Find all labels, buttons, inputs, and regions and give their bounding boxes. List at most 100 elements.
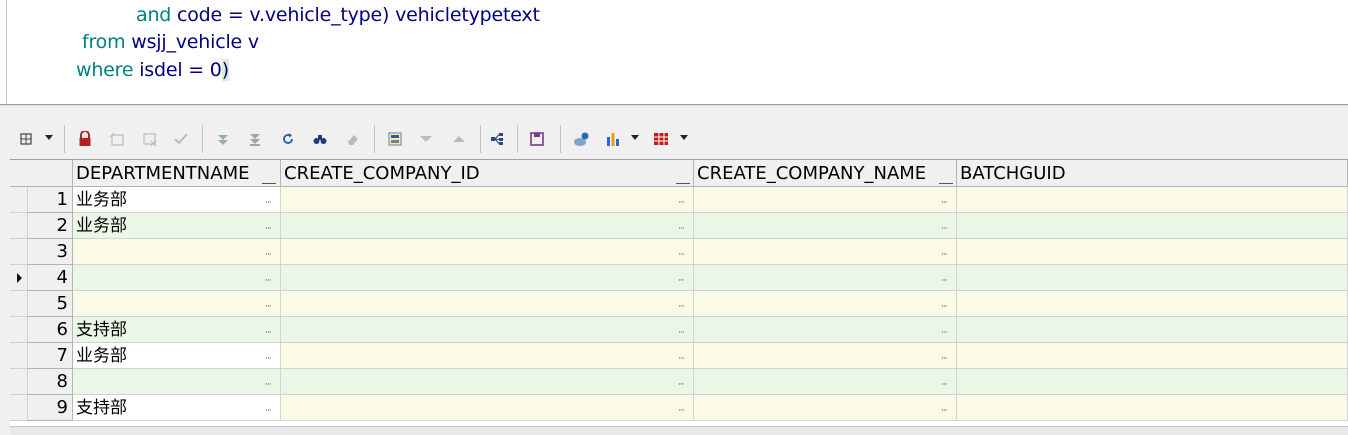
table-row[interactable]: 5 ··· ··· ··· (10, 291, 1348, 317)
refresh-icon[interactable] (278, 129, 298, 149)
row-number[interactable]: 9 (28, 395, 73, 421)
column-filter-icon[interactable] (676, 172, 690, 184)
cell-editor-button[interactable]: ··· (678, 346, 685, 368)
query-by-example-icon[interactable] (385, 129, 405, 149)
find-icon[interactable] (310, 129, 330, 149)
row-indicator[interactable] (10, 187, 28, 213)
row-number[interactable]: 5 (28, 291, 73, 317)
row-number[interactable]: 4 (28, 265, 73, 291)
table-row[interactable]: 8 ··· ··· ··· (10, 369, 1348, 395)
cell-editor-button[interactable]: ··· (941, 242, 948, 264)
save-icon[interactable] (527, 129, 547, 149)
cell-editor-button[interactable]: ··· (265, 190, 272, 212)
cell-editor-button[interactable]: ··· (678, 294, 685, 316)
table-cell[interactable]: ··· (73, 265, 281, 291)
grid-corner[interactable] (10, 160, 73, 187)
splitter[interactable] (0, 105, 1348, 120)
column-header-batchguid[interactable]: BATCHGUID (957, 160, 1348, 187)
cell-editor-button[interactable]: ··· (941, 346, 948, 368)
table-cell[interactable]: ··· (694, 317, 957, 343)
cell-editor-button[interactable]: ··· (941, 320, 948, 342)
table-cell[interactable]: ··· (281, 291, 694, 317)
cell-editor-button[interactable]: ··· (941, 268, 948, 290)
cell-editor-button[interactable]: ··· (265, 346, 272, 368)
row-number[interactable]: 6 (28, 317, 73, 343)
table-cell[interactable] (957, 265, 1348, 291)
table-cell[interactable]: ··· (694, 213, 957, 239)
add-record-icon[interactable] (107, 129, 127, 149)
row-indicator[interactable] (10, 395, 28, 421)
column-filter-icon[interactable] (262, 172, 276, 184)
table-cell[interactable]: ··· (281, 343, 694, 369)
row-indicator[interactable] (10, 291, 28, 317)
table-cell[interactable] (957, 395, 1348, 421)
table-cell[interactable] (957, 187, 1348, 213)
sql-editor[interactable]: and code = v.vehicle_type) vehicletypete… (0, 0, 1348, 105)
table-cell[interactable]: 业务部 ··· (73, 343, 281, 369)
cell-editor-button[interactable]: ··· (678, 372, 685, 394)
cell-editor-button[interactable]: ··· (265, 398, 272, 420)
table-cell[interactable]: ··· (694, 395, 957, 421)
table-row[interactable]: 2 业务部 ··· ··· ··· (10, 213, 1348, 239)
post-changes-icon[interactable] (171, 129, 191, 149)
table-cell[interactable]: ··· (281, 187, 694, 213)
chevron-down-icon[interactable] (45, 135, 53, 140)
sort-asc-icon[interactable] (449, 129, 469, 149)
row-number[interactable]: 8 (28, 369, 73, 395)
table-cell[interactable]: ··· (694, 291, 957, 317)
cell-editor-button[interactable]: ··· (265, 242, 272, 264)
table-row[interactable]: 3 ··· ··· ··· (10, 239, 1348, 265)
lock-icon[interactable] (75, 129, 95, 149)
row-number[interactable]: 2 (28, 213, 73, 239)
row-indicator[interactable] (10, 369, 28, 395)
table-cell[interactable] (957, 213, 1348, 239)
row-number[interactable]: 3 (28, 239, 73, 265)
row-indicator[interactable] (10, 239, 28, 265)
cell-editor-button[interactable]: ··· (941, 372, 948, 394)
table-cell[interactable]: ··· (73, 291, 281, 317)
cell-editor-button[interactable]: ··· (678, 216, 685, 238)
table-cell[interactable]: 业务部 ··· (73, 213, 281, 239)
cell-editor-button[interactable]: ··· (265, 294, 272, 316)
cell-editor-button[interactable]: ··· (678, 242, 685, 264)
table-cell[interactable] (957, 317, 1348, 343)
table-cell[interactable] (957, 343, 1348, 369)
chevron-down-icon[interactable] (680, 135, 688, 140)
table-cell[interactable]: 支持部 ··· (73, 317, 281, 343)
cell-editor-button[interactable]: ··· (678, 190, 685, 212)
table-cell[interactable]: 支持部 ··· (73, 395, 281, 421)
cell-editor-button[interactable]: ··· (265, 268, 272, 290)
table-cell[interactable]: ··· (281, 317, 694, 343)
row-indicator[interactable] (10, 265, 28, 291)
cell-editor-button[interactable]: ··· (678, 268, 685, 290)
column-header-departmentname[interactable]: DEPARTMENTNAME (73, 160, 281, 187)
table-row[interactable]: 4 ··· ··· ··· (10, 265, 1348, 291)
row-number[interactable]: 1 (28, 187, 73, 213)
table-cell[interactable] (957, 291, 1348, 317)
table-cell[interactable] (957, 239, 1348, 265)
table-row[interactable]: 7 业务部 ··· ··· ··· (10, 343, 1348, 369)
table-cell[interactable]: ··· (694, 369, 957, 395)
table-cell[interactable]: ··· (694, 187, 957, 213)
table-cell[interactable]: ··· (281, 213, 694, 239)
row-indicator[interactable] (10, 343, 28, 369)
cell-editor-button[interactable]: ··· (678, 398, 685, 420)
link-icon[interactable] (572, 129, 592, 149)
table-row[interactable]: 6 支持部 ··· ··· ··· (10, 317, 1348, 343)
table-cell[interactable]: ··· (694, 343, 957, 369)
column-filter-icon[interactable] (939, 172, 953, 184)
cell-editor-button[interactable]: ··· (265, 216, 272, 238)
table-row[interactable]: 9 支持部 ··· ··· ··· (10, 395, 1348, 421)
record-tree-icon[interactable] (487, 129, 507, 149)
column-header-create-company-name[interactable]: CREATE_COMPANY_NAME (694, 160, 957, 187)
table-cell[interactable]: 业务部 ··· (73, 187, 281, 213)
table-cell[interactable]: ··· (281, 395, 694, 421)
table-cell[interactable] (957, 369, 1348, 395)
fetch-next-icon[interactable] (213, 129, 233, 149)
sort-desc-icon[interactable] (416, 129, 436, 149)
cell-editor-button[interactable]: ··· (941, 216, 948, 238)
row-indicator[interactable] (10, 317, 28, 343)
delete-record-icon[interactable] (140, 129, 160, 149)
column-header-create-company-id[interactable]: CREATE_COMPANY_ID (281, 160, 694, 187)
cell-editor-button[interactable]: ··· (941, 294, 948, 316)
